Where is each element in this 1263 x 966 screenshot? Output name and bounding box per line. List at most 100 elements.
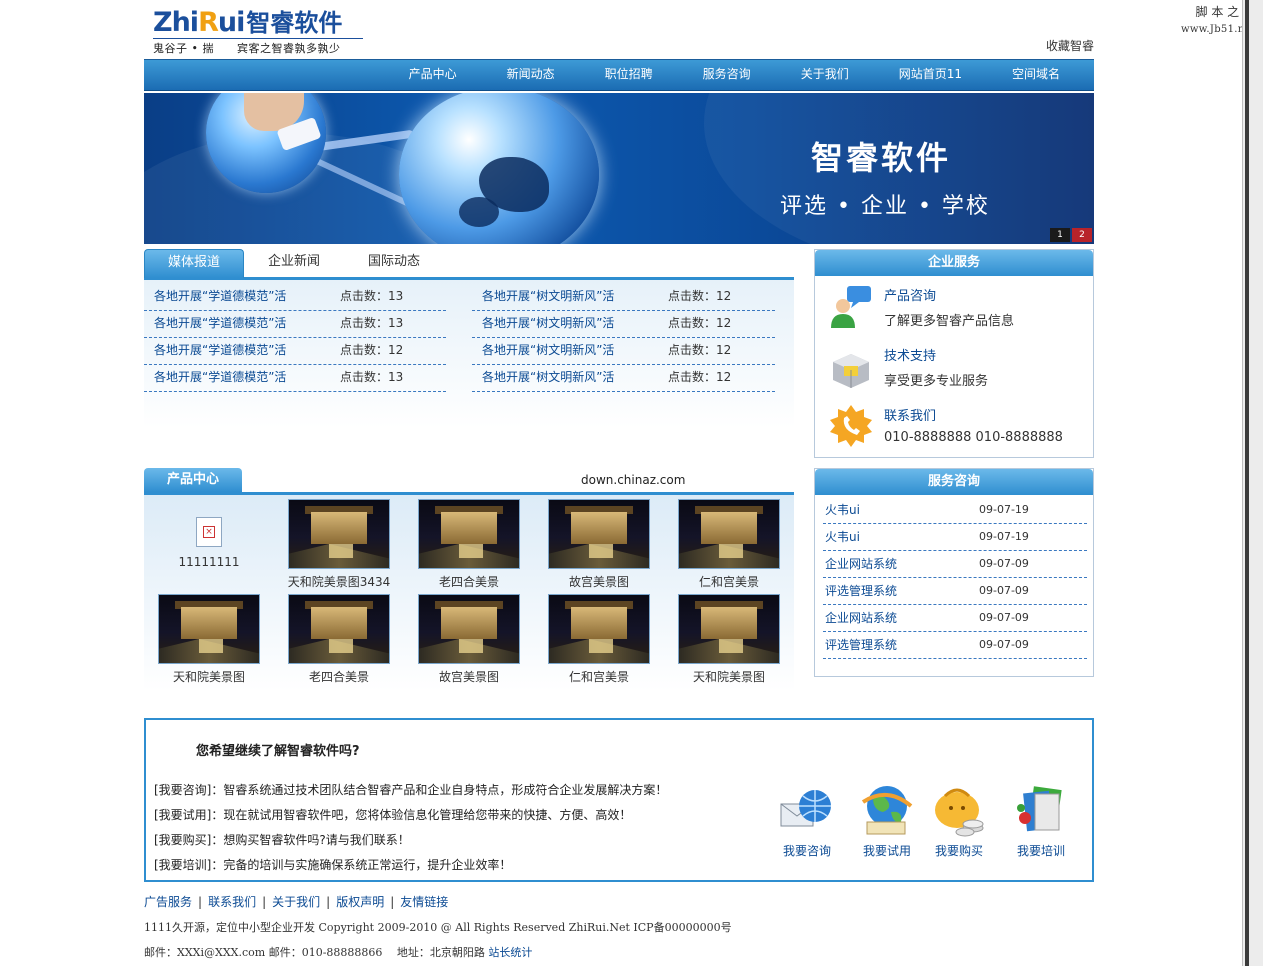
product-label[interactable]: 天和院美景图3434 — [274, 573, 404, 590]
nav-item[interactable]: 空间域名 — [986, 60, 1084, 89]
action-label[interactable]: 我要试用 — [852, 842, 922, 859]
nav-item[interactable]: 职位招聘 — [579, 60, 677, 89]
consult-name[interactable]: 企业网站系统 — [823, 605, 979, 631]
tab-international[interactable]: 国际动态 — [356, 249, 432, 277]
action-trial[interactable]: 我要试用 — [852, 782, 922, 859]
product-thumbnail[interactable] — [678, 594, 780, 664]
product-thumbnail[interactable] — [288, 594, 390, 664]
news-title[interactable]: 各地开展“学道德模范”活 — [144, 311, 340, 337]
product-thumbnail[interactable] — [418, 499, 520, 569]
consult-row[interactable]: 企业网站系统 09-07-09 — [823, 551, 1087, 578]
news-title[interactable]: 各地开展“树文明新风”活 — [472, 284, 668, 310]
footer-link[interactable]: 关于我们 — [272, 895, 320, 909]
tab-company-news[interactable]: 企业新闻 — [256, 249, 332, 277]
consult-row[interactable]: 企业网站系统 09-07-09 — [823, 605, 1087, 632]
product-thumbnail[interactable] — [548, 499, 650, 569]
service-title[interactable]: 技术支持 — [884, 345, 936, 364]
action-buy[interactable]: 我要购买 — [924, 782, 994, 859]
product-item[interactable]: 老四合美景 — [274, 594, 404, 685]
product-item[interactable]: 仁和宫美景 — [664, 499, 794, 590]
consult-name[interactable]: 火韦ui — [823, 497, 979, 523]
news-row[interactable]: 各地开展“学道德模范”活 点击数：13 — [144, 365, 446, 392]
banner-title: 智睿软件 — [811, 139, 952, 177]
product-item[interactable]: 故宫美景图 — [534, 499, 664, 590]
product-item[interactable]: 天和院美景图 — [664, 594, 794, 685]
consult-row[interactable]: 火韦ui 09-07-19 — [823, 524, 1087, 551]
news-title[interactable]: 各地开展“学道德模范”活 — [144, 365, 340, 391]
service-title[interactable]: 联系我们 — [884, 405, 936, 424]
consult-row[interactable]: 评选管理系统 09-07-09 — [823, 578, 1087, 605]
product-thumbnail[interactable] — [548, 594, 650, 664]
product-label[interactable]: 天和院美景图 — [144, 668, 274, 685]
footer-link[interactable]: 广告服务 — [144, 895, 192, 909]
consult-name[interactable]: 评选管理系统 — [823, 578, 979, 604]
hero-banner[interactable]: 智睿软件 评选 • 企业 • 学校 1 2 — [144, 93, 1094, 244]
broken-image-icon[interactable]: × — [196, 517, 222, 547]
service-title[interactable]: 产品咨询 — [884, 285, 936, 304]
product-label[interactable]: 11111111 — [144, 555, 274, 569]
news-row[interactable]: 各地开展“树文明新风”活 点击数：12 — [472, 338, 775, 365]
product-label[interactable]: 仁和宫美景 — [534, 668, 664, 685]
nav-item[interactable]: 新闻动态 — [481, 60, 579, 89]
product-thumbnail[interactable] — [418, 594, 520, 664]
product-label[interactable]: 故宫美景图 — [534, 573, 664, 590]
favorite-link[interactable]: 收藏智睿 — [1046, 37, 1094, 54]
product-label[interactable]: 仁和宫美景 — [664, 573, 794, 590]
nav-item[interactable]: 服务咨询 — [677, 60, 775, 89]
news-title[interactable]: 各地开展“学道德模范”活 — [144, 284, 340, 310]
scrollbar-track[interactable] — [1245, 0, 1249, 966]
product-label[interactable]: 老四合美景 — [404, 573, 534, 590]
window-scrollbar[interactable] — [1242, 0, 1263, 966]
banner-subtitle: 评选 • 企业 • 学校 — [780, 194, 990, 219]
service-product-consult[interactable]: 产品咨询 了解更多智睿产品信息 — [815, 276, 1093, 336]
footer-link[interactable]: 版权声明 — [336, 895, 384, 909]
product-item[interactable]: × 11111111 — [144, 517, 274, 569]
product-label[interactable]: 天和院美景图 — [664, 668, 794, 685]
consult-name[interactable]: 评选管理系统 — [823, 632, 979, 658]
footer-stats-link[interactable]: 站长统计 — [488, 946, 532, 959]
news-row[interactable]: 各地开展“树文明新风”活 点击数：12 — [472, 365, 775, 392]
news-title[interactable]: 各地开展“学道德模范”活 — [144, 338, 340, 364]
product-thumbnail[interactable] — [288, 499, 390, 569]
thumb-lit — [329, 544, 353, 558]
product-thumbnail[interactable] — [158, 594, 260, 664]
service-tech-support[interactable]: 技术支持 享受更多专业服务 — [815, 336, 1093, 396]
news-row[interactable]: 各地开展“学道德模范”活 点击数：12 — [144, 338, 446, 365]
product-item[interactable]: 仁和宫美景 — [534, 594, 664, 685]
product-thumbnail[interactable] — [678, 499, 780, 569]
action-training[interactable]: 我要培训 — [1006, 782, 1076, 859]
news-title[interactable]: 各地开展“树文明新风”活 — [472, 365, 668, 391]
product-item[interactable]: 故宫美景图 — [404, 594, 534, 685]
product-label[interactable]: 故宫美景图 — [404, 668, 534, 685]
tab-media[interactable]: 媒体报道 — [144, 249, 244, 278]
product-item[interactable]: 老四合美景 — [404, 499, 534, 590]
footer-separator: | — [326, 895, 331, 909]
product-label[interactable]: 老四合美景 — [274, 668, 404, 685]
action-label[interactable]: 我要咨询 — [772, 842, 842, 859]
site-logo[interactable]: ZhiRui智睿软件 鬼谷子 • 揣 宾客之智睿孰多孰少 — [153, 8, 363, 56]
news-title[interactable]: 各地开展“树文明新风”活 — [472, 311, 668, 337]
nav-item[interactable]: 网站首页11 — [873, 60, 986, 89]
news-row[interactable]: 各地开展“树文明新风”活 点击数：12 — [472, 284, 775, 311]
action-label[interactable]: 我要购买 — [924, 842, 994, 859]
consult-name[interactable]: 企业网站系统 — [823, 551, 979, 577]
banner-page-2[interactable]: 2 — [1072, 228, 1092, 242]
consult-name[interactable]: 火韦ui — [823, 524, 979, 550]
consult-row[interactable]: 火韦ui 09-07-19 — [823, 497, 1087, 524]
footer-link[interactable]: 联系我们 — [208, 895, 256, 909]
product-item[interactable]: 天和院美景图3434 — [274, 499, 404, 590]
banner-page-1[interactable]: 1 — [1050, 228, 1070, 242]
news-row[interactable]: 各地开展“树文明新风”活 点击数：12 — [472, 311, 775, 338]
news-title[interactable]: 各地开展“树文明新风”活 — [472, 338, 668, 364]
news-row[interactable]: 各地开展“学道德模范”活 点击数：13 — [144, 311, 446, 338]
action-label[interactable]: 我要培训 — [1006, 842, 1076, 859]
service-contact[interactable]: 联系我们 010-8888888 010-8888888 — [815, 396, 1093, 456]
news-row[interactable]: 各地开展“学道德模范”活 点击数：13 — [144, 284, 446, 311]
product-center-title[interactable]: 产品中心 — [144, 468, 242, 492]
nav-item[interactable]: 产品中心 — [383, 60, 481, 89]
consult-row[interactable]: 评选管理系统 09-07-09 — [823, 632, 1087, 659]
footer-link[interactable]: 友情链接 — [400, 895, 448, 909]
nav-item[interactable]: 关于我们 — [775, 60, 873, 89]
product-item[interactable]: 天和院美景图 — [144, 594, 274, 685]
action-consult[interactable]: 我要咨询 — [772, 782, 842, 859]
